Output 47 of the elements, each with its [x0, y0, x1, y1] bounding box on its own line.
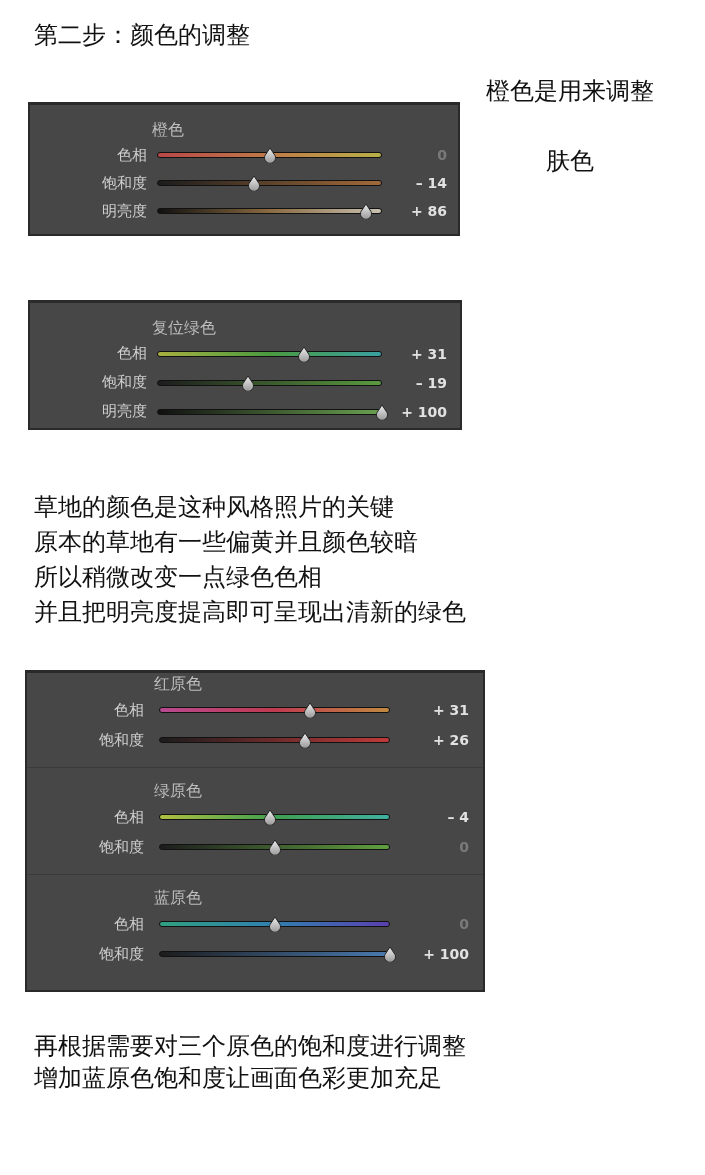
- slider-value: + 100: [400, 403, 447, 420]
- slider-label: 明亮度: [101, 201, 147, 221]
- slider-thumb[interactable]: [267, 839, 282, 855]
- paragraph-line: 原本的草地有一些偏黄并且颜色较暗: [34, 527, 418, 558]
- slider-thumb[interactable]: [267, 916, 282, 932]
- paragraph-line: 所以稍微改变一点绿色色相: [34, 562, 322, 593]
- group-title: 复位绿色: [152, 317, 216, 339]
- slider-label: 色相: [113, 700, 144, 720]
- slider-thumb[interactable]: [297, 732, 312, 748]
- slider-label: 色相: [113, 807, 144, 827]
- group-title: 橙色: [152, 119, 184, 141]
- slider-value: + 86: [409, 203, 447, 219]
- slider-thumb[interactable]: [383, 946, 397, 962]
- paragraph-line: 再根据需要对三个原色的饱和度进行调整: [34, 1031, 466, 1062]
- paragraph-line: 并且把明亮度提高即可呈现出清新的绿色: [34, 597, 466, 628]
- slider-value: + 26: [431, 732, 469, 748]
- group-title: 红原色: [154, 673, 202, 695]
- group-title: 绿原色: [154, 780, 202, 802]
- paragraph-line: 增加蓝原色饱和度让画面色彩更加充足: [34, 1063, 442, 1094]
- slider-value: – 4: [446, 809, 469, 825]
- slider-label: 色相: [116, 344, 147, 363]
- slider-label: 色相: [116, 145, 147, 165]
- slider-label: 饱和度: [98, 837, 144, 857]
- slider-label: 明亮度: [101, 402, 147, 421]
- slider-value: + 31: [431, 702, 469, 718]
- slider-thumb[interactable]: [241, 374, 256, 391]
- slider-label: 饱和度: [101, 373, 147, 392]
- slider-label: 色相: [113, 914, 144, 934]
- slider-thumb[interactable]: [262, 809, 277, 825]
- slider-thumb[interactable]: [359, 203, 374, 219]
- slider-thumb[interactable]: [246, 175, 261, 191]
- step-title: 第二步：颜色的调整: [34, 20, 250, 51]
- paragraph-line: 草地的颜色是这种风格照片的关键: [34, 492, 394, 523]
- group-title: 蓝原色: [154, 887, 202, 909]
- slider-value: – 14: [414, 175, 447, 191]
- slider-label: 饱和度: [98, 730, 144, 750]
- slider-label: 饱和度: [101, 173, 147, 193]
- slider-thumb[interactable]: [297, 345, 312, 362]
- slider-value: – 19: [414, 374, 447, 391]
- slider-thumb[interactable]: [375, 403, 389, 420]
- slider-value: + 31: [409, 345, 447, 362]
- slider-thumb[interactable]: [303, 702, 318, 718]
- note-text: 肤色: [546, 146, 594, 177]
- slider-thumb[interactable]: [262, 147, 277, 163]
- note-text: 橙色是用来调整: [486, 76, 654, 107]
- slider-value: + 100: [422, 946, 469, 962]
- slider-label: 饱和度: [98, 944, 144, 964]
